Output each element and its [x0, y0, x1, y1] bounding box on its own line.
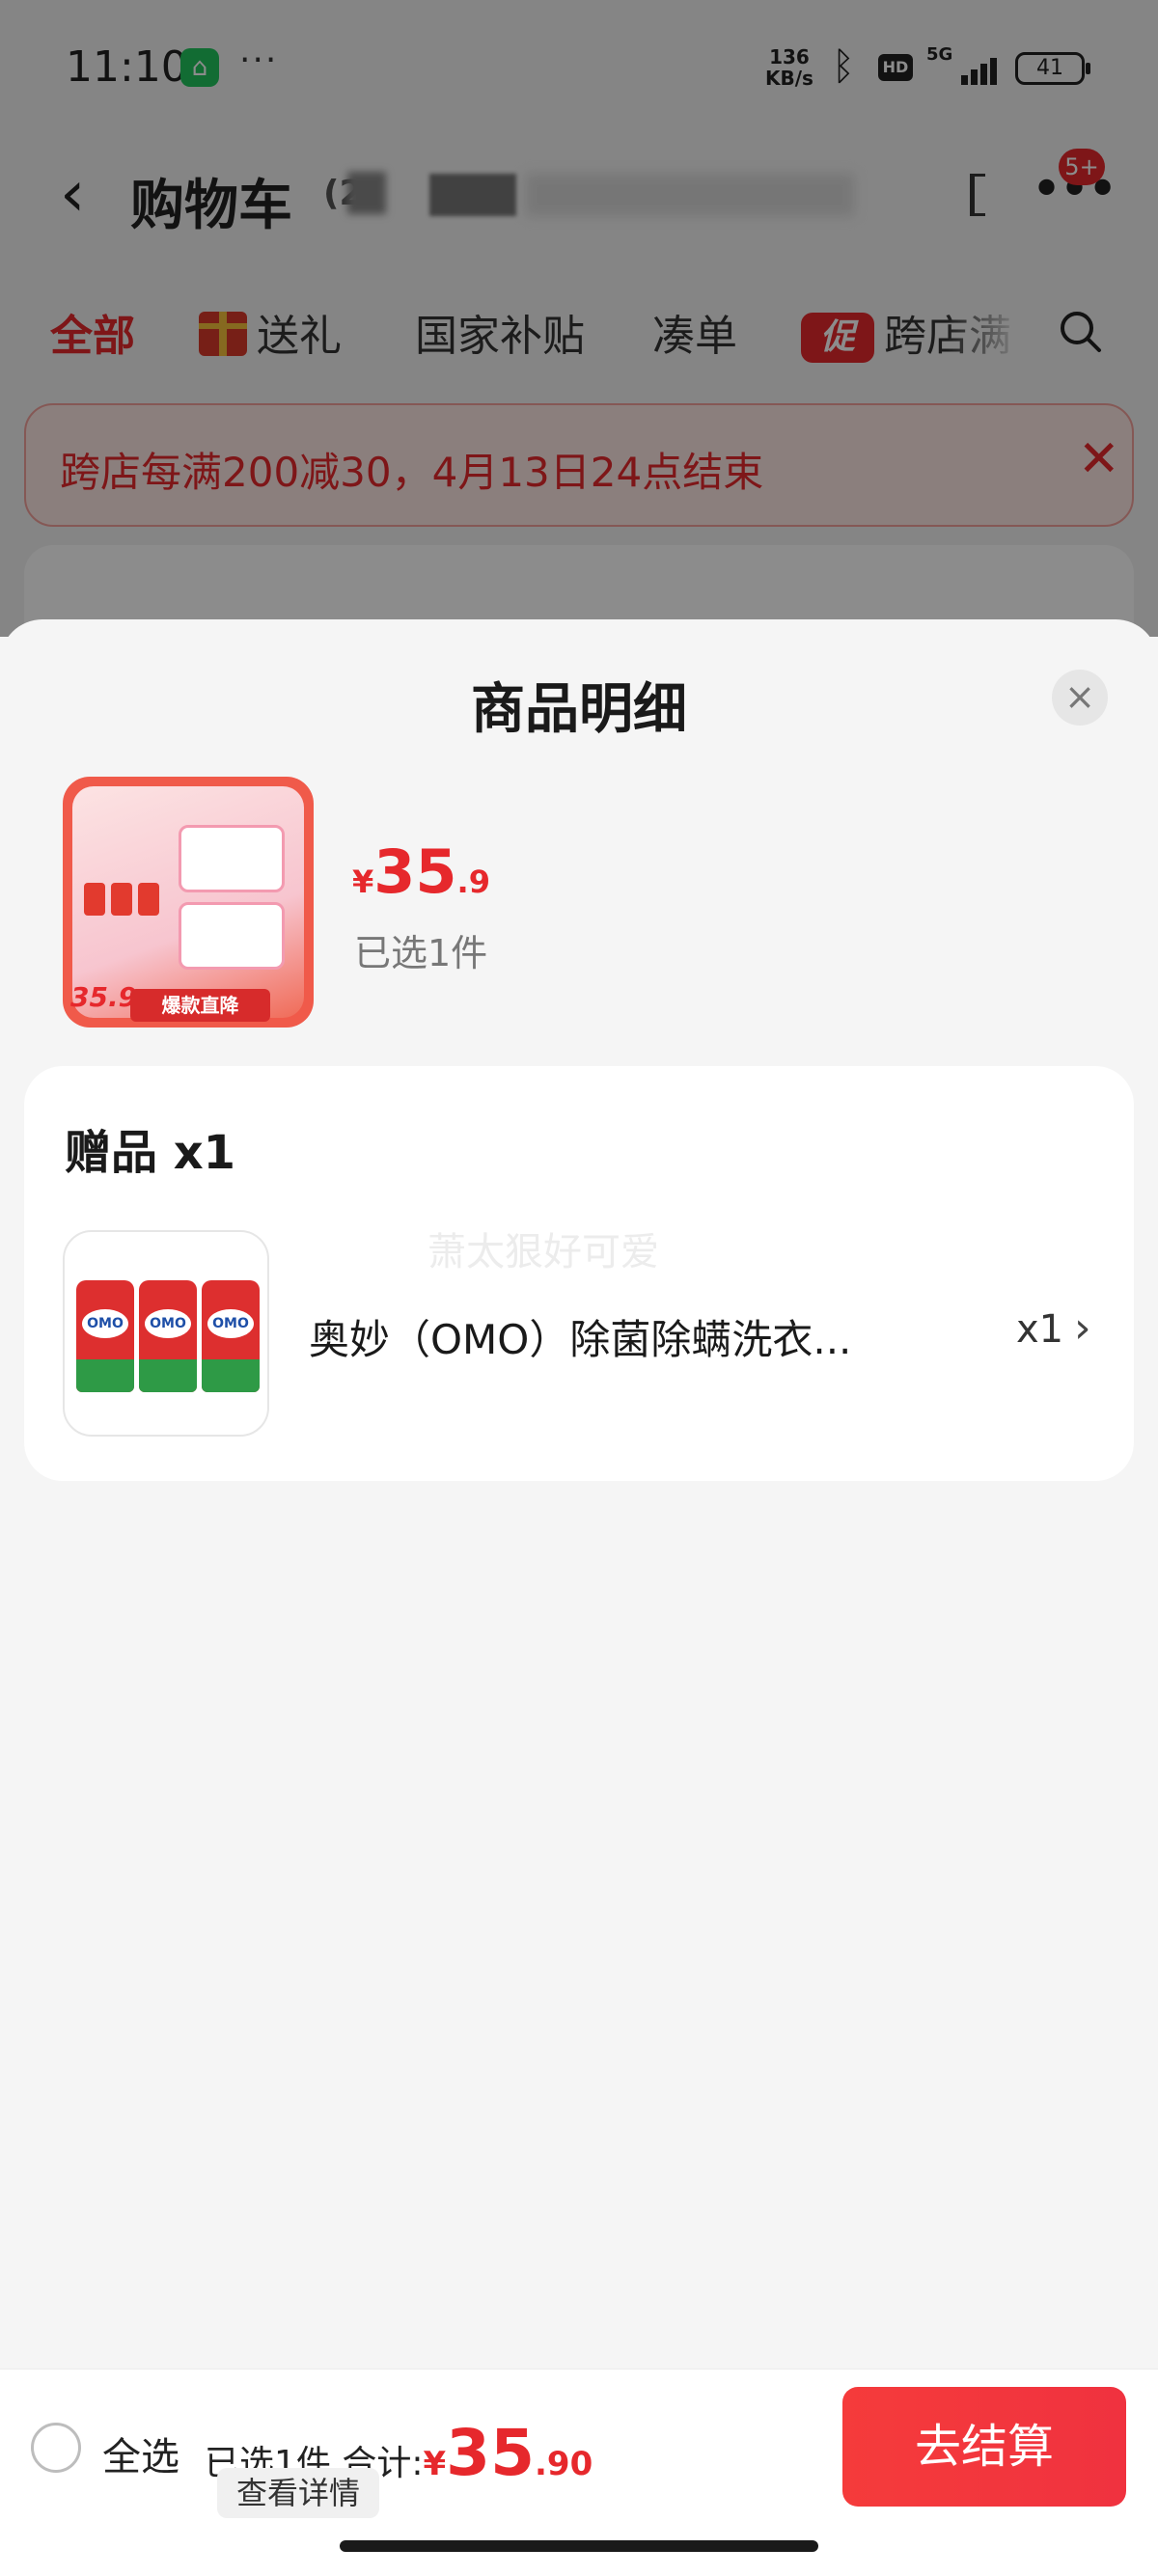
detergent-pack — [139, 1280, 197, 1392]
gift-title: 赠品 x1 — [65, 1126, 236, 1180]
product-pack — [111, 883, 132, 916]
select-all-label[interactable]: 全选 — [102, 2425, 179, 2481]
price-integer: 35 — [373, 836, 457, 907]
total-decimal: .90 — [535, 2445, 593, 2483]
select-all-checkbox[interactable] — [31, 2423, 81, 2473]
gift-card: 赠品 x1 萧太狠好可爱 奥妙（OMO）除菌除螨洗衣... x1 › — [24, 1066, 1134, 1481]
thumbnail-price: 35.9 — [70, 981, 138, 1013]
watermark: 萧太狠好可爱 — [427, 1230, 659, 1274]
product-box — [179, 902, 285, 970]
gift-thumbnail[interactable] — [63, 1230, 269, 1437]
price-decimal: .9 — [456, 863, 490, 900]
product-detail-sheet: 商品明细 × 35.9 爆款直降 ¥35.9 已选1件 赠品 x1 萧太狠好可爱 — [0, 619, 1158, 2576]
cart-page: 11:10 ⌂ ··· 136 KB/s ᛒ HD 5G 41 ‹ 购物车 (2… — [0, 0, 1158, 2576]
product-price: ¥35.9 — [352, 836, 490, 907]
thumbnail-banner: 爆款直降 — [130, 989, 270, 1022]
product-pack — [138, 883, 159, 916]
close-icon[interactable]: × — [1052, 670, 1108, 726]
total-symbol: ¥ — [423, 2445, 447, 2483]
detergent-pack — [202, 1280, 260, 1392]
product-box — [179, 825, 285, 892]
home-indicator[interactable] — [340, 2540, 818, 2552]
selected-count: 已选1件 — [354, 932, 488, 974]
view-details-button[interactable]: 查看详情 — [217, 2468, 379, 2518]
checkout-button[interactable]: 去结算 — [842, 2387, 1126, 2507]
product-pack — [84, 883, 105, 916]
modal-overlay[interactable] — [0, 0, 1158, 637]
chevron-right-icon[interactable]: › — [1074, 1303, 1091, 1353]
gift-name[interactable]: 奥妙（OMO）除菌除螨洗衣... — [309, 1307, 851, 1366]
total-integer: 35 — [446, 2416, 536, 2490]
price-symbol: ¥ — [352, 863, 374, 900]
product-thumbnail[interactable]: 35.9 爆款直降 — [63, 777, 314, 1028]
checkout-bar: 全选 已选1件,合计:¥35.90 查看详情 去结算 — [0, 2369, 1158, 2576]
detergent-pack — [76, 1280, 134, 1392]
gift-quantity: x1 — [1016, 1307, 1064, 1352]
sheet-title: 商品明细 — [471, 678, 687, 741]
